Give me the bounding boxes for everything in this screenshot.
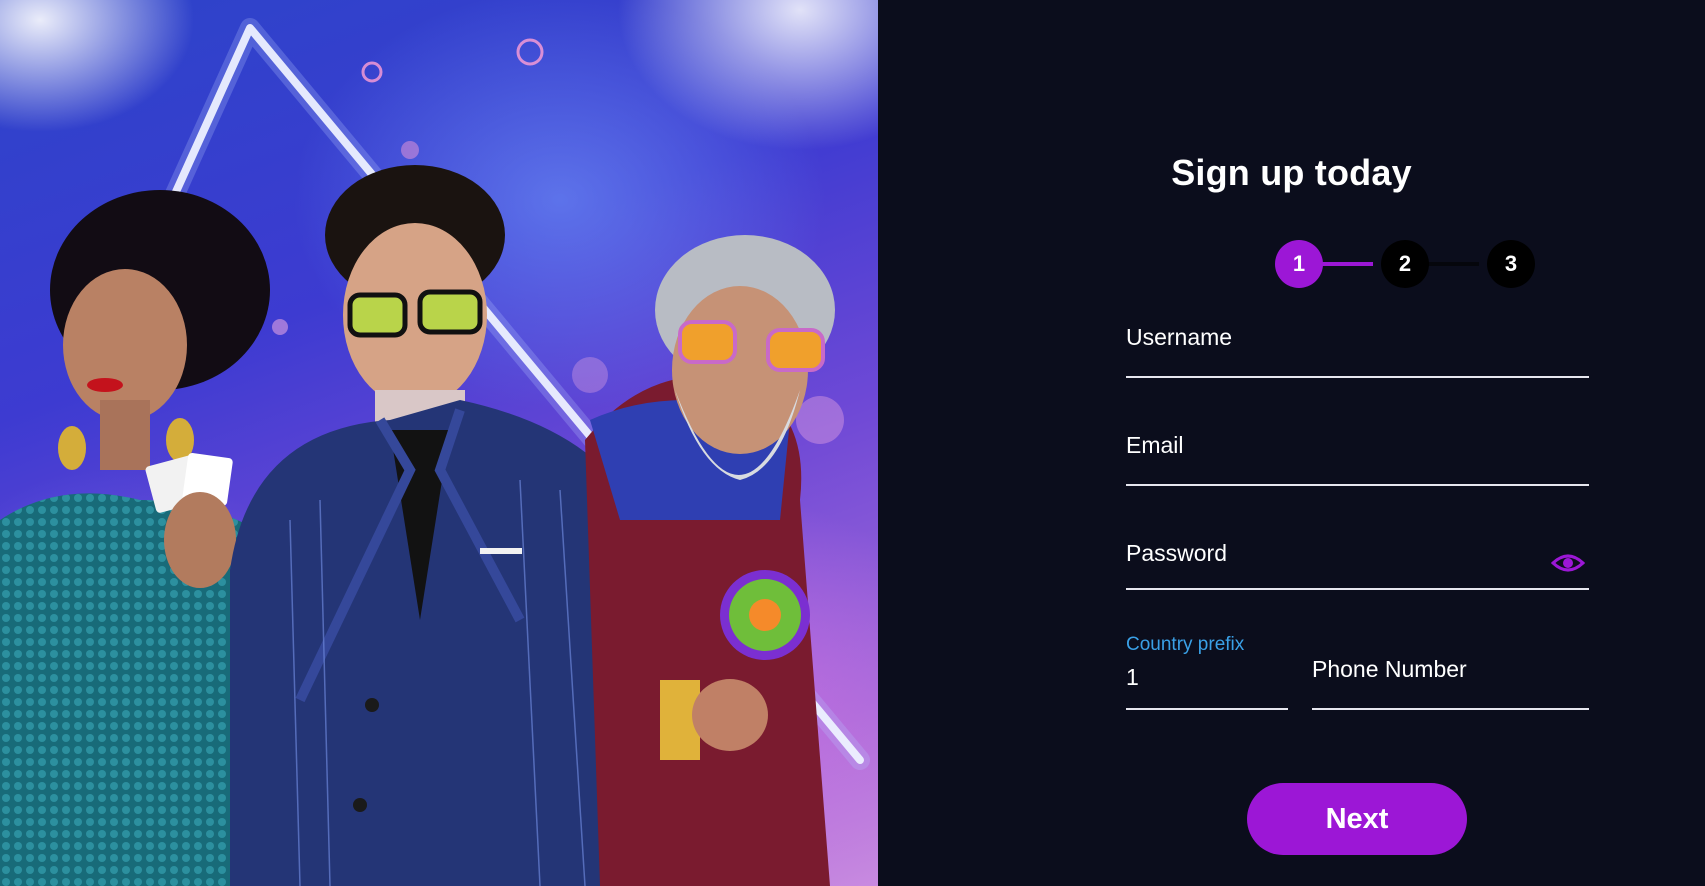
email-label: Email <box>1126 432 1184 458</box>
country-prefix-field[interactable]: Country prefix 1 <box>1126 630 1288 710</box>
hero-artwork <box>0 0 878 886</box>
step-indicator: 1 2 3 <box>1275 240 1535 288</box>
country-prefix-label: Country prefix <box>1126 634 1245 655</box>
username-label: Username <box>1126 324 1233 350</box>
email-field[interactable]: Email <box>1126 424 1589 486</box>
next-button[interactable]: Next <box>1247 783 1467 855</box>
eye-icon[interactable] <box>1551 552 1585 574</box>
password-field[interactable]: Password <box>1126 532 1589 590</box>
step-3: 3 <box>1487 240 1535 288</box>
country-prefix-value: 1 <box>1126 664 1139 690</box>
signup-panel: Sign up today 1 2 3 Username Email Passw… <box>878 0 1705 886</box>
password-label: Password <box>1126 540 1227 566</box>
character-bearded-man <box>585 235 835 886</box>
step-connector-2 <box>1427 262 1479 266</box>
step-2: 2 <box>1381 240 1429 288</box>
page-title: Sign up today <box>1171 152 1412 193</box>
signup-page: Sign up today 1 2 3 Username Email Passw… <box>0 0 1705 886</box>
phone-number-field[interactable]: Phone Number <box>1312 650 1589 710</box>
step-1: 1 <box>1275 240 1323 288</box>
phone-number-label: Phone Number <box>1312 656 1467 682</box>
step-connector-1 <box>1321 262 1373 266</box>
hero-illustration <box>0 18 870 886</box>
username-field[interactable]: Username <box>1126 316 1589 378</box>
